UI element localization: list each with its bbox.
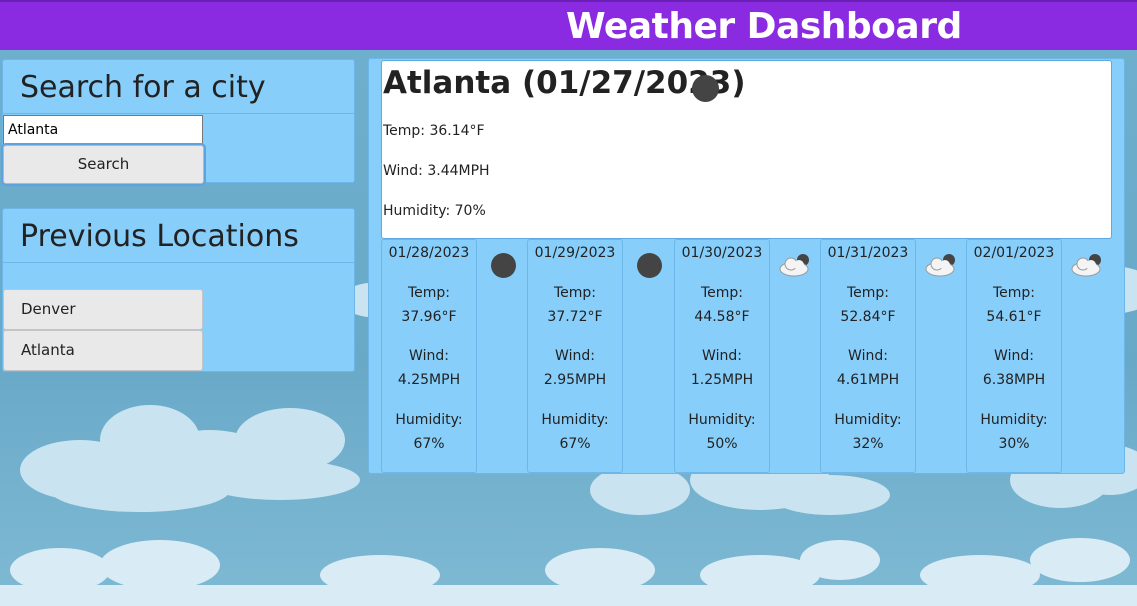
moon-icon bbox=[491, 253, 516, 278]
forecast-temp-label: Temp: bbox=[407, 285, 451, 301]
forecast-humidity-label: Humidity: bbox=[395, 412, 463, 428]
moon-icon bbox=[637, 253, 662, 278]
history-item-atlanta[interactable]: Atlanta bbox=[3, 330, 203, 371]
cloud-icon bbox=[1071, 254, 1101, 277]
forecast-card: 01/31/2023 Temp: 52.84°F Wind: 4.61MPH H… bbox=[820, 239, 916, 473]
history-panel: Previous Locations Denver Atlanta bbox=[2, 208, 355, 372]
forecast-humidity-label: Humidity: bbox=[834, 412, 902, 428]
forecast-humidity: 30% bbox=[998, 436, 1030, 452]
current-temp: Temp: 36.14°F bbox=[383, 123, 485, 139]
forecast-wind: 4.25MPH bbox=[397, 372, 461, 388]
forecast-date: 01/29/2023 bbox=[534, 245, 616, 261]
forecast-card: 01/28/2023 Temp: 37.96°F Wind: 4.25MPH H… bbox=[381, 239, 477, 473]
forecast-temp-label: Temp: bbox=[992, 285, 1036, 301]
forecast-humidity-label: Humidity: bbox=[541, 412, 609, 428]
current-city-title: Atlanta (01/27/2023) bbox=[383, 65, 746, 101]
forecast-temp: 44.58°F bbox=[694, 309, 750, 325]
history-heading: Previous Locations bbox=[3, 209, 354, 263]
forecast-wind-label: Wind: bbox=[555, 348, 595, 364]
cloud-icon bbox=[779, 254, 809, 277]
search-panel: Search for a city Search bbox=[2, 59, 355, 184]
forecast-wind: 4.61MPH bbox=[836, 372, 900, 388]
cloud-icon bbox=[925, 254, 955, 277]
forecast-temp: 54.61°F bbox=[986, 309, 1042, 325]
forecast-humidity: 67% bbox=[559, 436, 591, 452]
forecast-humidity: 50% bbox=[706, 436, 738, 452]
moon-icon bbox=[692, 75, 719, 102]
forecast-card: 01/29/2023 Temp: 37.72°F Wind: 2.95MPH H… bbox=[527, 239, 623, 473]
city-search-input[interactable] bbox=[3, 115, 203, 145]
forecast-date: 02/01/2023 bbox=[973, 245, 1055, 261]
forecast-card: 01/30/2023 Temp: 44.58°F Wind: 1.25MPH H… bbox=[674, 239, 770, 473]
forecast-temp: 37.72°F bbox=[547, 309, 603, 325]
weather-panel: Atlanta (01/27/2023) Temp: 36.14°F Wind:… bbox=[368, 58, 1125, 474]
forecast-humidity-label: Humidity: bbox=[688, 412, 756, 428]
forecast-wind-label: Wind: bbox=[994, 348, 1034, 364]
forecast-wind-label: Wind: bbox=[702, 348, 742, 364]
forecast-temp-label: Temp: bbox=[553, 285, 597, 301]
forecast-date: 01/31/2023 bbox=[827, 245, 909, 261]
forecast-humidity: 32% bbox=[852, 436, 884, 452]
forecast-wind: 2.95MPH bbox=[543, 372, 607, 388]
page-title: Weather Dashboard bbox=[566, 6, 962, 47]
forecast-date: 01/28/2023 bbox=[388, 245, 470, 261]
search-heading: Search for a city bbox=[3, 60, 354, 114]
forecast-card: 02/01/2023 Temp: 54.61°F Wind: 6.38MPH H… bbox=[966, 239, 1062, 473]
forecast-temp-label: Temp: bbox=[700, 285, 744, 301]
search-button[interactable]: Search bbox=[3, 145, 204, 184]
forecast-date: 01/30/2023 bbox=[681, 245, 763, 261]
forecast-wind-label: Wind: bbox=[409, 348, 449, 364]
forecast-wind: 1.25MPH bbox=[690, 372, 754, 388]
forecast-humidity: 67% bbox=[413, 436, 445, 452]
forecast-temp: 52.84°F bbox=[840, 309, 896, 325]
header-bar: Weather Dashboard bbox=[0, 0, 1137, 50]
forecast-wind: 6.38MPH bbox=[982, 372, 1046, 388]
forecast-wind-label: Wind: bbox=[848, 348, 888, 364]
forecast-humidity-label: Humidity: bbox=[980, 412, 1048, 428]
history-item-denver[interactable]: Denver bbox=[3, 289, 203, 330]
current-weather-card: Atlanta (01/27/2023) Temp: 36.14°F Wind:… bbox=[381, 60, 1112, 239]
current-humidity: Humidity: 70% bbox=[383, 203, 486, 219]
forecast-temp-label: Temp: bbox=[846, 285, 890, 301]
forecast-temp: 37.96°F bbox=[401, 309, 457, 325]
current-wind: Wind: 3.44MPH bbox=[383, 163, 490, 179]
